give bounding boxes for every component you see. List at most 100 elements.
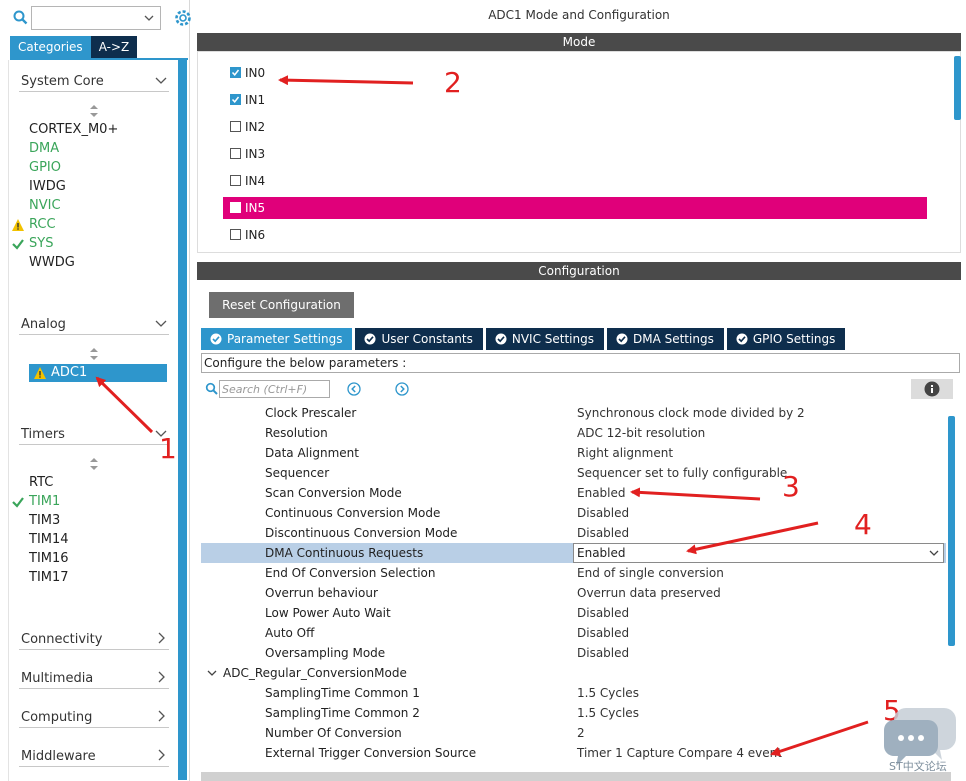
mode-input-in4[interactable]: IN4: [223, 170, 927, 192]
param-group-regular-conversion[interactable]: ADC_Regular_ConversionMode: [201, 663, 946, 683]
checkbox[interactable]: [230, 229, 241, 240]
search-icon[interactable]: [12, 9, 30, 27]
param-row[interactable]: SamplingTime Common 2 1.5 Cycles: [201, 703, 946, 723]
param-value: 1.5 Cycles: [577, 706, 639, 720]
checkbox-checked[interactable]: [230, 67, 241, 78]
param-value-dropdown[interactable]: Enabled: [573, 543, 944, 563]
chevron-right-icon: [158, 671, 165, 683]
param-row[interactable]: Oversampling Mode Disabled: [201, 643, 946, 663]
param-row[interactable]: External Trigger Conversion Source Timer …: [201, 743, 946, 763]
tab-user-constants[interactable]: User Constants: [355, 328, 483, 350]
section-multimedia[interactable]: Multimedia: [19, 669, 169, 689]
tab-dma-settings[interactable]: DMA Settings: [606, 328, 724, 350]
param-value: 1.5 Cycles: [577, 686, 639, 700]
param-value: Disabled: [577, 606, 630, 620]
horizontal-scrollbar[interactable]: [201, 772, 951, 781]
mode-input-in3[interactable]: IN3: [223, 143, 927, 165]
param-row[interactable]: End Of Conversion Selection End of single…: [201, 563, 946, 583]
param-name: SamplingTime Common 1: [265, 686, 420, 700]
param-row[interactable]: Continuous Conversion Mode Disabled: [201, 503, 946, 523]
param-name: Number Of Conversion: [265, 726, 402, 740]
mode-input-in5[interactable]: IN5: [223, 197, 927, 219]
section-timers[interactable]: Timers: [19, 425, 169, 445]
checkbox[interactable]: [230, 121, 241, 132]
info-button[interactable]: [911, 379, 953, 399]
mode-input-in6[interactable]: IN6: [223, 224, 927, 246]
item-cortex-m0[interactable]: CORTEX_M0+: [29, 121, 118, 139]
section-middleware[interactable]: Middleware: [19, 747, 169, 767]
item-dma[interactable]: DMA: [29, 140, 59, 158]
section-computing[interactable]: Computing: [19, 708, 169, 728]
item-nvic[interactable]: NVIC: [29, 197, 61, 215]
param-row[interactable]: Data Alignment Right alignment: [201, 443, 946, 463]
mode-scrollbar[interactable]: [954, 56, 961, 120]
previous-icon[interactable]: [347, 382, 361, 396]
param-row[interactable]: Overrun behaviour Overrun data preserved: [201, 583, 946, 603]
item-tim3[interactable]: TIM3: [29, 512, 60, 530]
param-name: Resolution: [265, 426, 328, 440]
param-value: 2: [577, 726, 585, 740]
parameter-scrollbar[interactable]: [948, 416, 955, 646]
param-value: Synchronous clock mode divided by 2: [577, 406, 805, 420]
mode-input-in1[interactable]: IN1: [223, 89, 927, 111]
item-rtc[interactable]: RTC: [29, 474, 53, 492]
mode-input-in2[interactable]: IN2: [223, 116, 927, 138]
item-gpio[interactable]: GPIO: [29, 159, 61, 177]
param-row[interactable]: Low Power Auto Wait Disabled: [201, 603, 946, 623]
param-value: Overrun data preserved: [577, 586, 721, 600]
search-combo[interactable]: [31, 6, 161, 30]
param-value: Enabled: [577, 486, 626, 500]
item-tim17[interactable]: TIM17: [29, 569, 69, 587]
param-row[interactable]: Auto Off Disabled: [201, 623, 946, 643]
gear-icon[interactable]: [173, 8, 193, 28]
configuration-header: Configuration: [197, 262, 961, 280]
param-row-selected[interactable]: DMA Continuous Requests Enabled: [201, 543, 946, 563]
param-row[interactable]: Sequencer Sequencer set to fully configur…: [201, 463, 946, 483]
parameter-search-input[interactable]: [219, 380, 330, 398]
check-circle-icon: [736, 333, 748, 345]
param-row[interactable]: Resolution ADC 12-bit resolution: [201, 423, 946, 443]
checkbox[interactable]: [230, 202, 241, 213]
section-analog[interactable]: Analog: [19, 315, 169, 335]
sort-icon[interactable]: [89, 348, 99, 360]
param-name: Continuous Conversion Mode: [265, 506, 441, 520]
section-label: Timers: [21, 427, 65, 442]
param-row[interactable]: SamplingTime Common 1 1.5 Cycles: [201, 683, 946, 703]
param-row[interactable]: Scan Conversion Mode Enabled: [201, 483, 946, 503]
item-wwdg[interactable]: WWDG: [29, 254, 75, 272]
sort-icon[interactable]: [89, 458, 99, 470]
watermark-text: ST中文论坛: [889, 760, 947, 773]
tab-a-to-z[interactable]: A->Z: [90, 36, 138, 58]
annotation-label-3: 3: [782, 470, 800, 503]
left-scrollbar[interactable]: [178, 60, 187, 780]
param-row[interactable]: Number Of Conversion 2: [201, 723, 946, 743]
item-tim1[interactable]: TIM1: [12, 493, 60, 511]
param-row[interactable]: Clock Prescaler Synchronous clock mode di…: [201, 403, 946, 423]
section-connectivity[interactable]: Connectivity: [19, 630, 169, 650]
input-label: IN0: [245, 66, 266, 80]
tab-categories[interactable]: Categories: [10, 36, 91, 58]
checkbox-checked[interactable]: [230, 94, 241, 105]
item-tim14[interactable]: TIM14: [29, 531, 69, 549]
reset-configuration-button[interactable]: Reset Configuration: [209, 292, 354, 318]
item-sys[interactable]: SYS: [12, 235, 53, 253]
item-iwdg[interactable]: IWDG: [29, 178, 66, 196]
checkbox[interactable]: [230, 148, 241, 159]
tab-nvic-settings[interactable]: NVIC Settings: [485, 328, 604, 350]
item-rcc[interactable]: RCC: [12, 216, 56, 234]
section-system-core[interactable]: System Core: [19, 72, 169, 92]
item-tim16[interactable]: TIM16: [29, 550, 69, 568]
param-value: Timer 1 Capture Compare 4 event: [577, 746, 782, 760]
mode-input-in0[interactable]: IN0: [223, 62, 927, 84]
item-adc1[interactable]: ADC1: [29, 364, 167, 382]
checkbox[interactable]: [230, 175, 241, 186]
sort-icon[interactable]: [89, 105, 99, 117]
input-label: IN6: [245, 228, 266, 242]
param-row[interactable]: Discontinuous Conversion Mode Disabled: [201, 523, 946, 543]
next-icon[interactable]: [395, 382, 409, 396]
tab-gpio-settings[interactable]: GPIO Settings: [726, 328, 846, 350]
param-value: Enabled: [577, 546, 626, 560]
warning-icon: [34, 367, 46, 379]
item-label: ADC1: [51, 365, 88, 380]
tab-parameter-settings[interactable]: Parameter Settings: [201, 328, 353, 350]
